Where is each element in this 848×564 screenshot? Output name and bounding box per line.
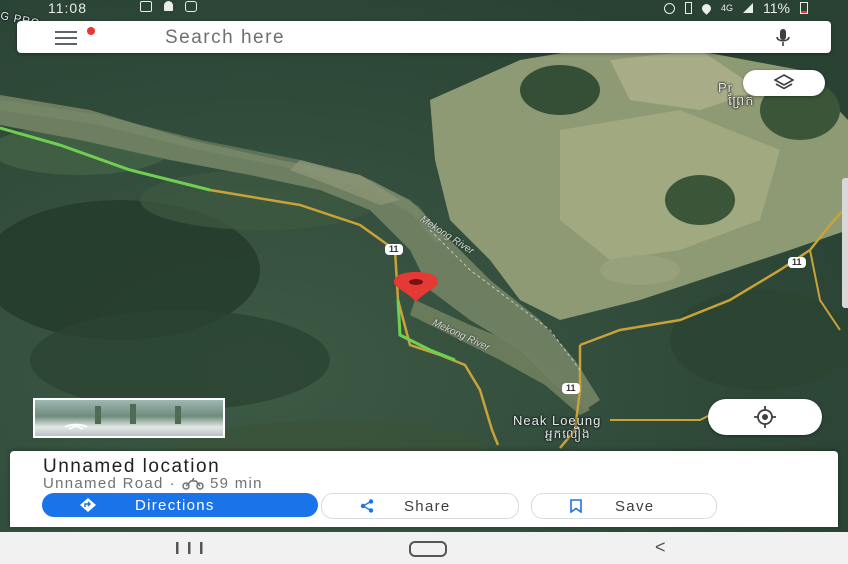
share-button[interactable]: Share: [321, 493, 519, 519]
share-label: Share: [404, 497, 451, 515]
status-bar: 11:08 4G 11%: [0, 0, 848, 18]
hamburger-menu-icon[interactable]: [55, 31, 79, 45]
bell-icon: [164, 1, 173, 11]
road-shield-11-left: 11: [385, 244, 403, 255]
my-location-button[interactable]: [708, 399, 822, 435]
save-button[interactable]: Save: [531, 493, 717, 519]
road-shield-11-right: 11: [788, 257, 806, 268]
directions-icon: [80, 498, 96, 512]
share-icon: [360, 499, 374, 513]
alarm-icon: [664, 2, 675, 14]
back-icon[interactable]: <: [655, 537, 666, 558]
system-nav-bar: <: [0, 532, 848, 564]
place-subtitle: Unnamed Road · 59 min: [43, 475, 263, 492]
search-input[interactable]: Search here: [165, 27, 285, 49]
vibrate-icon: [685, 2, 692, 14]
location-pin-icon[interactable]: [390, 272, 442, 302]
battery-percent: 11%: [763, 0, 790, 16]
motorcycle-icon: [182, 477, 204, 490]
recent-apps-icon[interactable]: [176, 542, 206, 554]
microphone-icon[interactable]: [775, 28, 791, 48]
image-icon: [140, 1, 152, 12]
side-scroll-handle[interactable]: [842, 178, 848, 308]
network-type: 4G: [721, 3, 734, 13]
location-status-icon: [700, 1, 713, 15]
separator: ·: [169, 475, 176, 492]
notification-dot: [87, 27, 95, 35]
bookmark-icon: [570, 499, 582, 513]
layers-icon: [774, 74, 794, 90]
road-name: Unnamed Road: [43, 475, 164, 492]
layers-button[interactable]: [743, 70, 825, 96]
map-label-prek-khmer: ព្រែក: [728, 93, 755, 108]
street-view-arrow-icon: [64, 404, 181, 430]
map-label-neak-loeung-khmer: អ្នកលឿង: [545, 427, 591, 441]
my-location-icon: [754, 406, 776, 428]
road-shield-11-center: 11: [562, 383, 580, 394]
place-card[interactable]: Unnamed location Unnamed Road · 59 min D…: [10, 451, 838, 527]
battery-icon: [800, 2, 808, 14]
save-label: Save: [615, 497, 655, 515]
search-bar[interactable]: Search here: [17, 21, 831, 53]
street-view-thumbnail[interactable]: [33, 398, 225, 438]
directions-label: Directions: [135, 496, 215, 514]
home-icon[interactable]: [409, 541, 447, 557]
screen-record-icon: [185, 1, 197, 12]
status-time: 11:08: [48, 0, 87, 16]
signal-icon: [743, 3, 754, 13]
directions-button[interactable]: Directions: [42, 493, 318, 517]
travel-duration: 59 min: [209, 475, 263, 492]
